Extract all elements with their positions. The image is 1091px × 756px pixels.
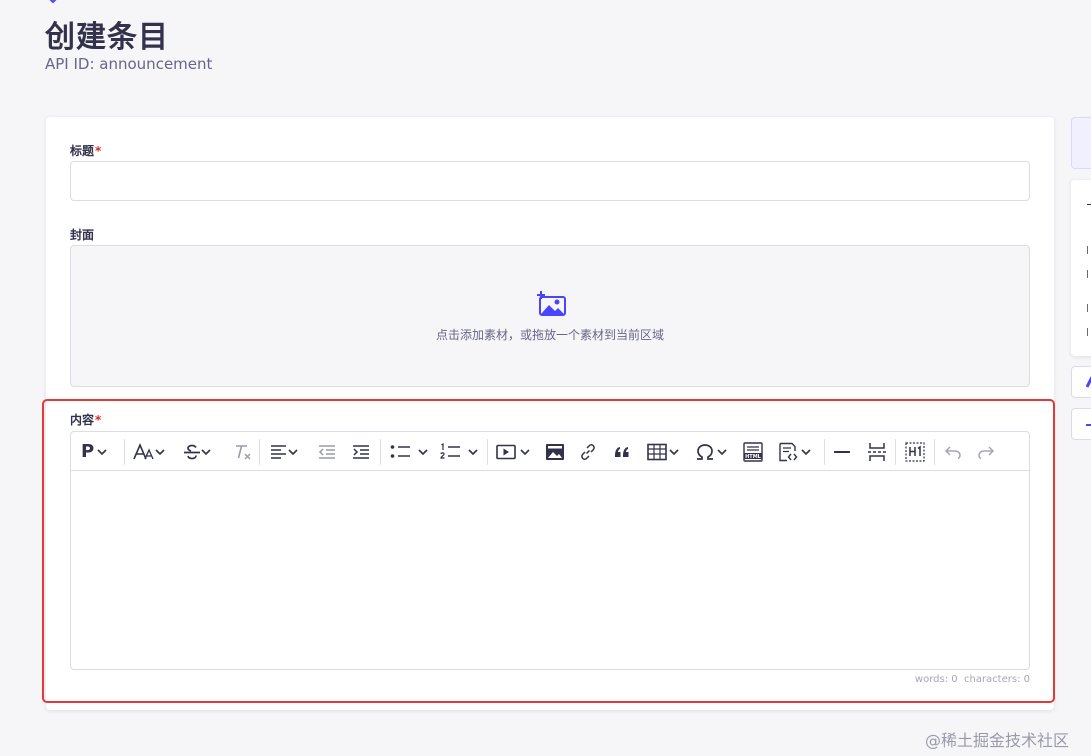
api-id: API ID: announcement [45, 55, 213, 73]
align-left-icon [271, 444, 286, 459]
chevron-down-icon [418, 448, 428, 455]
toolbar-separator [487, 439, 488, 465]
content-field-label: 内容* [70, 411, 101, 428]
html-embed-button[interactable]: HTML [743, 439, 763, 464]
show-blocks-icon [905, 441, 925, 462]
special-characters-dropdown[interactable] [695, 439, 727, 464]
editor-toolbar: P HTML [71, 432, 1029, 471]
sidebar-button[interactable] [1071, 408, 1091, 440]
toolbar-separator [259, 439, 260, 465]
insert-image-icon [546, 443, 564, 460]
redo-button[interactable] [977, 439, 995, 464]
watermark-text: @稀土掘金技术社区 [925, 731, 1070, 750]
media-embed-dropdown[interactable] [496, 439, 530, 464]
toolbar-separator [895, 439, 896, 465]
outdent-icon [318, 444, 335, 459]
horizontal-line-button[interactable] [833, 439, 851, 464]
toolbar-separator [934, 439, 935, 465]
insert-link-button[interactable] [579, 439, 597, 464]
word-count: words: 0 [914, 674, 958, 685]
html-embed-label: HTML [745, 454, 762, 460]
cover-dropzone[interactable]: 点击添加素材，或拖放一个素材到当前区域 [70, 245, 1030, 387]
media-embed-icon [496, 444, 516, 459]
required-mark: * [95, 413, 102, 427]
numbered-list-dropdown[interactable] [440, 439, 478, 464]
chevron-down-icon [669, 448, 679, 455]
toolbar-separator [380, 439, 381, 465]
link-icon [581, 443, 595, 460]
word-count-status: words: 0 characters: 0 [915, 674, 1030, 685]
required-mark: * [95, 144, 102, 158]
page-break-icon [868, 442, 886, 461]
sidebar-info-panel [1071, 180, 1091, 356]
chevron-down-icon [97, 448, 107, 455]
content-label-text: 内容 [70, 413, 95, 427]
page-break-button[interactable] [867, 439, 887, 464]
character-count: characters: 0 [963, 674, 1030, 685]
show-blocks-button[interactable] [905, 439, 925, 464]
paragraph-format-dropdown[interactable]: P [81, 439, 107, 464]
back-link-fragment[interactable] [47, 0, 93, 4]
table-icon [647, 443, 667, 460]
source-editing-dropdown[interactable] [777, 439, 811, 464]
chevron-down-icon [201, 448, 211, 455]
title-input[interactable] [70, 161, 1030, 201]
insert-image-button[interactable] [545, 439, 565, 464]
alignment-dropdown[interactable] [270, 439, 298, 464]
chevron-down-icon [468, 448, 478, 455]
html-embed-icon: HTML [743, 441, 763, 462]
clear-format-button[interactable] [233, 439, 253, 464]
toolbar-separator [824, 439, 825, 465]
font-size-dropdown[interactable] [133, 439, 165, 464]
add-image-icon [537, 291, 566, 316]
cover-dropzone-hint: 点击添加素材，或拖放一个素材到当前区域 [435, 328, 664, 342]
insert-table-dropdown[interactable] [647, 439, 679, 464]
sidebar-button[interactable] [1071, 366, 1091, 398]
page-title: 创建条目 [45, 20, 169, 55]
toolbar-separator [124, 439, 125, 465]
content-editable-area[interactable] [71, 471, 1029, 669]
edit-form-card: 标题* 封面 点击添加素材，或拖放一个素材到当前区域 内容* P HTML wo… [46, 117, 1054, 710]
minus-icon [1086, 424, 1091, 426]
chevron-down-icon [520, 448, 530, 455]
strikethrough-icon [184, 444, 200, 459]
blockquote-icon [615, 446, 629, 457]
numbered-list-icon [440, 442, 460, 459]
title-field-label: 标题* [70, 142, 101, 159]
undo-button[interactable] [944, 439, 962, 464]
strikethrough-dropdown[interactable] [183, 439, 211, 464]
indent-icon [353, 444, 369, 459]
cover-field-label: 封面 [70, 228, 95, 242]
indent-button[interactable] [352, 439, 370, 464]
title-label-text: 标题 [70, 144, 95, 158]
blockquote-button[interactable] [613, 439, 631, 464]
undo-icon [944, 445, 961, 459]
chevron-down-icon [288, 448, 298, 455]
sidebar-action-panel[interactable] [1071, 117, 1091, 169]
bulleted-list-icon [390, 444, 410, 458]
chevron-down-icon [717, 448, 727, 455]
rich-text-editor: P HTML [70, 431, 1030, 670]
omega-icon [697, 443, 713, 460]
outdent-button[interactable] [318, 439, 336, 464]
chevron-down-icon [801, 448, 811, 455]
source-editing-icon [779, 442, 798, 461]
font-size-icon [133, 442, 154, 459]
redo-icon [978, 445, 995, 459]
horizontal-line-icon [834, 450, 850, 453]
paragraph-format-label: P [81, 441, 95, 462]
edit-icon [1086, 376, 1091, 388]
bulleted-list-dropdown[interactable] [390, 439, 428, 464]
chevron-down-icon [155, 448, 165, 455]
clear-format-icon [236, 444, 251, 459]
